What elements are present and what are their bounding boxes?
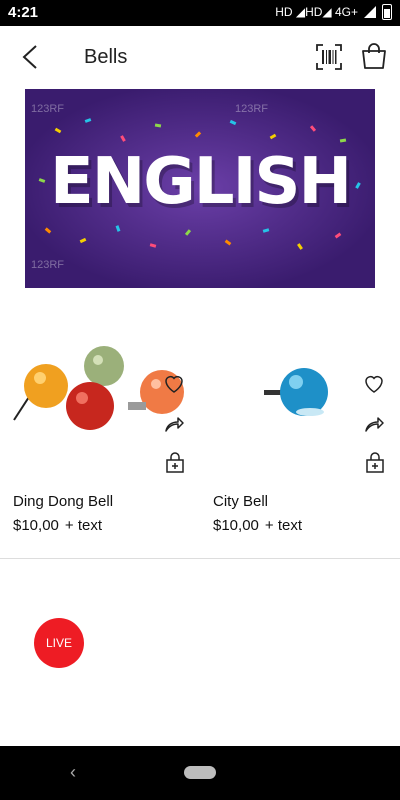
cart-add-icon — [366, 452, 384, 473]
page-title: Bells — [84, 46, 128, 68]
watermark: 123RF — [235, 103, 269, 115]
heart-icon — [365, 376, 383, 393]
share-icon — [365, 417, 384, 432]
price-extra: + text — [64, 517, 102, 534]
battery-icon — [382, 4, 392, 20]
back-arrow-icon — [22, 45, 37, 69]
share-button[interactable] — [362, 412, 386, 436]
price-value: $10,00 — [213, 517, 259, 534]
watermark: 123RF — [31, 103, 65, 115]
divider — [0, 558, 400, 559]
nav-home-pill[interactable] — [184, 766, 216, 779]
favorite-button[interactable] — [162, 372, 186, 396]
product-price: $10,00 + text — [13, 517, 102, 534]
live-label: LIVE — [45, 636, 72, 650]
cart-add-icon — [166, 452, 184, 473]
add-to-cart-button[interactable] — [164, 452, 186, 474]
status-time: 4:21 — [8, 4, 39, 21]
signal-icon — [364, 6, 376, 18]
price-extra: + text — [264, 517, 302, 534]
heart-icon — [165, 376, 183, 393]
system-nav-bar: ‹ — [0, 746, 400, 800]
product-card[interactable]: City Bell $10,00 + text — [200, 320, 400, 560]
network-label: HD ◢HD◢ 4G+ — [275, 5, 358, 19]
live-button[interactable]: LIVE — [34, 618, 84, 668]
status-icons: HD ◢HD◢ 4G+ — [275, 4, 392, 20]
product-name[interactable]: Ding Dong Bell — [13, 493, 113, 510]
share-button[interactable] — [162, 412, 186, 436]
banner-image[interactable]: 123RF 123RF 123RF ENGLISH — [25, 89, 375, 288]
share-icon — [165, 417, 184, 432]
favorite-button[interactable] — [362, 372, 386, 396]
status-bar: 4:21 HD ◢HD◢ 4G+ — [0, 0, 400, 26]
shopping-bag-icon — [362, 43, 386, 69]
top-bar: Bells — [0, 26, 400, 90]
back-button[interactable] — [14, 40, 48, 74]
watermark: 123RF — [31, 259, 65, 271]
barcode-scan-button[interactable] — [314, 42, 344, 72]
add-to-cart-button[interactable] — [364, 452, 386, 474]
product-price: $10,00 + text — [213, 517, 302, 534]
nav-back-icon[interactable]: ‹ — [70, 762, 76, 783]
banner-text: ENGLISH — [49, 145, 352, 219]
shopping-bag-button[interactable] — [358, 40, 390, 72]
product-name[interactable]: City Bell — [213, 493, 268, 510]
barcode-icon — [316, 44, 342, 70]
price-value: $10,00 — [13, 517, 59, 534]
product-card[interactable]: Ding Dong Bell $10,00 + text — [0, 320, 200, 560]
